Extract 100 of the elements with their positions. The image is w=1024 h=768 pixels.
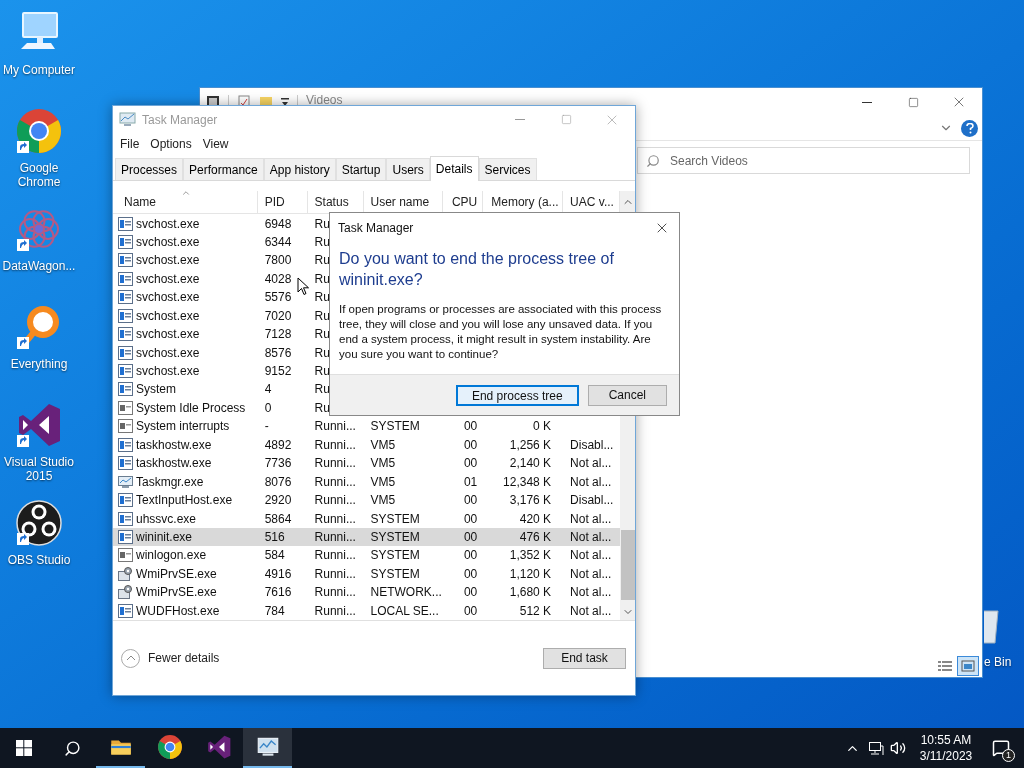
table-cell-text: 00 [463, 510, 478, 528]
table-cell-text: 1,120 K [509, 565, 552, 583]
table-cell-text: 0 K [533, 418, 552, 436]
table-cell-text: Ru [314, 252, 330, 270]
table-cell-text: 6948 [264, 215, 292, 233]
table-cell-text: WmiPrvSE.exe [136, 565, 217, 583]
table-cell-text: 0 [264, 399, 272, 417]
table-cell-text: uhssvc.exe [136, 510, 197, 528]
table-cell-text: Runni... [314, 436, 356, 454]
window-title: Videos [306, 93, 343, 107]
table-cell-text: Not al... [570, 602, 612, 620]
dialog-message: If open programs or processes are associated with this process tree, they will close and you will lose any unsaved data. If you end a system process, it might result in system instability. Are you sure you want to continue? [339, 302, 663, 362]
table-cell-text: 7616 [264, 584, 292, 602]
table-cell-text: Ru [314, 307, 330, 325]
table-cell-text: Taskmgr.exe [136, 473, 204, 491]
table-cell-text: Disabl... [570, 436, 614, 454]
table-cell-text: Runni... [314, 492, 356, 510]
table-cell-text: 5864 [264, 510, 292, 528]
table-cell-text: Ru [314, 215, 330, 233]
table-cell-text: 420 K [519, 510, 552, 528]
table-cell-text: 00 [463, 547, 478, 565]
table-cell-text: 00 [463, 418, 478, 436]
table-cell-text: 00 [463, 455, 478, 473]
table-cell-text: svchost.exe [136, 363, 200, 381]
table-cell-text: 9152 [264, 363, 292, 381]
table-cell-text: Disabl... [570, 492, 614, 510]
table-cell-text: wininit.exe [136, 529, 193, 546]
dialog-title: Task Manager [338, 219, 414, 237]
table-cell-text: 4892 [264, 436, 292, 454]
table-cell-text: Runni... [314, 602, 356, 620]
table-cell-text: Runni... [314, 547, 356, 565]
table-cell-text: WUDFHost.exe [136, 602, 220, 620]
table-cell-text: 00 [463, 492, 478, 510]
table-cell-text: 01 [463, 473, 478, 491]
table-cell-text: 7800 [264, 252, 292, 270]
table-cell-text: Runni... [314, 418, 356, 436]
table-cell-text: SYSTEM [370, 418, 420, 436]
table-cell-text: System interrupts [136, 418, 230, 436]
table-cell-text: Not al... [570, 584, 612, 602]
table-cell-text: SYSTEM [370, 529, 420, 546]
table-cell-text: 584 [264, 547, 285, 565]
table-cell-text: 00 [463, 584, 478, 602]
table-cell-text: System [136, 381, 176, 399]
table-cell-text: Runni... [314, 510, 356, 528]
table-cell-text: Ru [314, 344, 330, 362]
table-cell-text: VM5 [370, 455, 396, 473]
table-cell-text: Not al... [570, 473, 612, 491]
table-cell-text: TextInputHost.exe [136, 492, 233, 510]
table-cell-text: LOCAL SE... [370, 602, 439, 620]
window-title: Task Manager [142, 111, 218, 129]
dialog-heading: Do you want to end the process tree of wininit.exe? [339, 249, 615, 290]
table-cell-text: SYSTEM [370, 547, 420, 565]
table-cell-text: svchost.exe [136, 234, 200, 251]
table-cell-text: Ru [314, 270, 330, 288]
table-cell-text: - [264, 418, 269, 436]
table-cell-text: 2920 [264, 492, 292, 510]
table-cell-text: 4 [264, 381, 272, 399]
table-cell-text: taskhostw.exe [136, 436, 212, 454]
table-cell-text: svchost.exe [136, 270, 200, 288]
table-cell-text: svchost.exe [136, 326, 200, 344]
table-cell-text: 476 K [519, 529, 552, 546]
table-cell-text: 00 [463, 602, 478, 620]
table-cell-text: Runni... [314, 473, 356, 491]
table-cell-text: VM5 [370, 492, 396, 510]
table-cell-text: 2,140 K [509, 455, 552, 473]
table-cell-text: svchost.exe [136, 344, 200, 362]
table-cell-text: Runni... [314, 455, 356, 473]
table-cell-text: winlogon.exe [136, 547, 207, 565]
table-cell-text: VM5 [370, 473, 396, 491]
table-cell-text: 6344 [264, 234, 292, 251]
table-cell-text: Not al... [570, 510, 612, 528]
table-cell-text: Ru [314, 363, 330, 381]
table-cell-text: 4916 [264, 565, 292, 583]
table-cell-text: 1,256 K [509, 436, 552, 454]
table-cell-text: Runni... [314, 529, 356, 546]
table-cell-text: 7128 [264, 326, 292, 344]
table-cell-text: svchost.exe [136, 215, 200, 233]
table-cell-text: VM5 [370, 436, 396, 454]
table-cell-text: svchost.exe [136, 307, 200, 325]
table-cell-text: 7020 [264, 307, 292, 325]
table-cell-text: 8576 [264, 344, 292, 362]
table-cell-text: Ru [314, 326, 330, 344]
table-cell-text: SYSTEM [370, 510, 420, 528]
table-cell-text: Ru [314, 234, 330, 251]
table-cell-text: 1,680 K [509, 584, 552, 602]
table-cell-text: 8076 [264, 473, 292, 491]
table-cell-text: WmiPrvSE.exe [136, 584, 217, 602]
table-cell-text: 00 [463, 565, 478, 583]
table-cell-text: 516 [264, 529, 285, 546]
table-cell-text: taskhostw.exe [136, 455, 212, 473]
table-cell-text: 12,348 K [503, 473, 552, 491]
table-cell-text: Runni... [314, 565, 356, 583]
table-cell-text: 1,352 K [509, 547, 552, 565]
table-cell-text: 00 [463, 529, 478, 546]
table-cell-text: Not al... [570, 547, 612, 565]
table-cell-text: 00 [463, 436, 478, 454]
table-cell-text: Runni... [314, 584, 356, 602]
table-cell-text: NETWORK... [370, 584, 442, 602]
table-cell-text: 512 K [519, 602, 552, 620]
table-cell-text: Ru [314, 399, 330, 417]
